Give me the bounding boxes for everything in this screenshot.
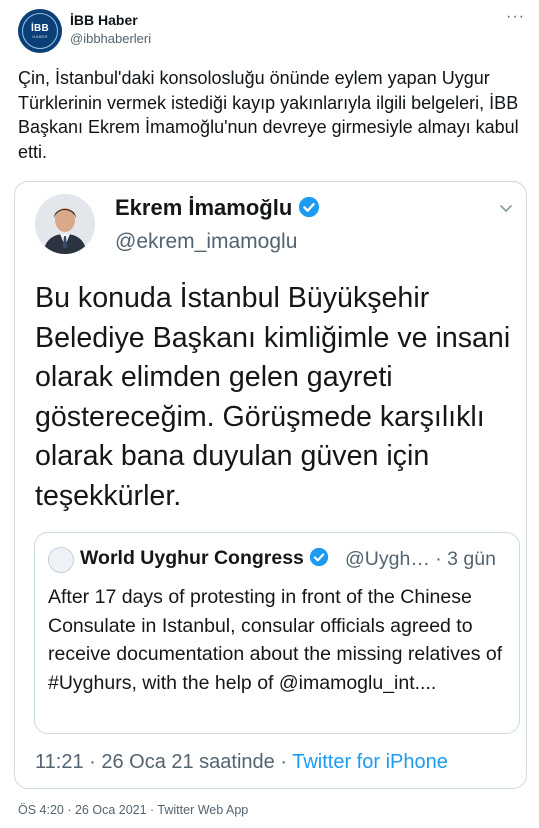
embedded-timestamp: 11:21 · 26 Oca 21 saatinde · xyxy=(35,751,288,773)
more-options-icon[interactable]: ··· xyxy=(506,8,525,26)
quoted-author-handle: @Uygh… xyxy=(345,548,430,570)
quoted-time: · 3 gün xyxy=(435,548,496,570)
tweet-image[interactable]: Ekrem İmamoğlu @ekrem_imamoglu Bu konuda… xyxy=(14,181,527,789)
author-name[interactable]: İBB Haber xyxy=(70,12,138,28)
avatar-logo-text: İBB xyxy=(30,22,50,34)
tweet-timestamp[interactable]: ÖS 4:20 · 26 Oca 2021 · Twitter Web App xyxy=(18,803,248,817)
embedded-author-name-text: Ekrem İmamoğlu xyxy=(115,195,293,220)
quoted-tweet-text: After 17 days of protesting in front of … xyxy=(48,586,503,694)
verified-badge-icon xyxy=(299,196,320,218)
embedded-footer: 11:21 · 26 Oca 21 saatinde · Twitter for… xyxy=(35,751,448,774)
verified-badge-icon xyxy=(309,547,329,567)
chevron-down-icon xyxy=(500,205,512,213)
quoted-tweet: World Uyghur Congress @Uygh… · 3 gün Aft… xyxy=(34,532,520,734)
quoted-author-name: World Uyghur Congress xyxy=(80,547,329,570)
embedded-author-name: Ekrem İmamoğlu xyxy=(115,195,320,221)
embedded-source-link: Twitter for iPhone xyxy=(292,751,448,773)
ibb-logo-icon: İBB HABER xyxy=(22,13,58,49)
tweet-text: Çin, İstanbul'daki konsolosluğu önünde e… xyxy=(18,68,519,162)
quoted-author-name-text: World Uyghur Congress xyxy=(80,547,304,569)
author-handle[interactable]: @ibbhaberleri xyxy=(70,31,151,46)
embedded-author-handle: @ekrem_imamoglu xyxy=(115,230,298,253)
world-uyghur-congress-logo-icon xyxy=(48,547,74,573)
avatar-logo-subtext: HABER xyxy=(32,33,48,39)
person-photo-icon xyxy=(35,194,95,254)
tweet: İBB HABER İBB Haber @ibbhaberleri ··· Çi… xyxy=(0,0,539,828)
embedded-tweet-text: Bu konuda İstanbul Büyükşehir Belediye B… xyxy=(35,282,511,512)
quoted-meta: @Uygh… · 3 gün xyxy=(345,548,496,571)
embedded-avatar xyxy=(35,194,95,254)
author-avatar[interactable]: İBB HABER xyxy=(18,9,62,53)
